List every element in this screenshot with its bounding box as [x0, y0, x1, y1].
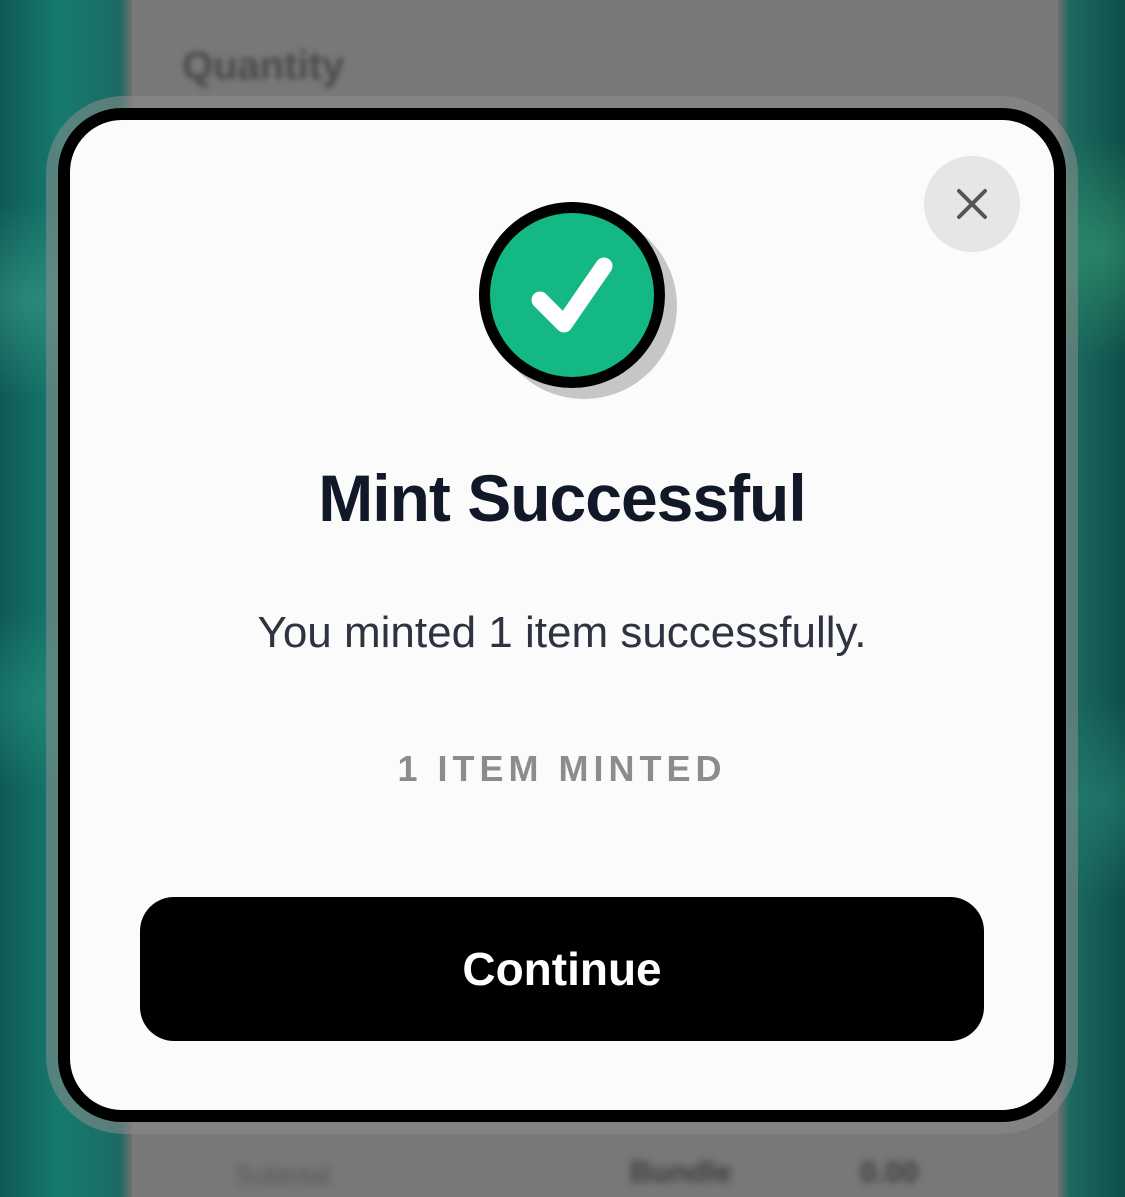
- continue-button[interactable]: Continue: [140, 897, 984, 1041]
- background-footer-right: 0.00: [860, 1156, 919, 1189]
- close-icon: [957, 189, 987, 219]
- background-footer-mid: Bundle: [630, 1156, 732, 1189]
- close-button[interactable]: [924, 156, 1020, 252]
- mint-success-dialog: Mint Successful You minted 1 item succes…: [58, 108, 1066, 1122]
- background-heading: Quantity: [182, 44, 345, 88]
- minted-count-label: 1 ITEM MINTED: [397, 748, 727, 789]
- background-footer-left: Subtotal: [235, 1160, 331, 1190]
- dialog-title: Mint Successful: [318, 461, 806, 535]
- dialog-message: You minted 1 item successfully.: [257, 608, 867, 657]
- checkmark-circle-icon: [479, 202, 677, 399]
- continue-button-label: Continue: [462, 943, 662, 995]
